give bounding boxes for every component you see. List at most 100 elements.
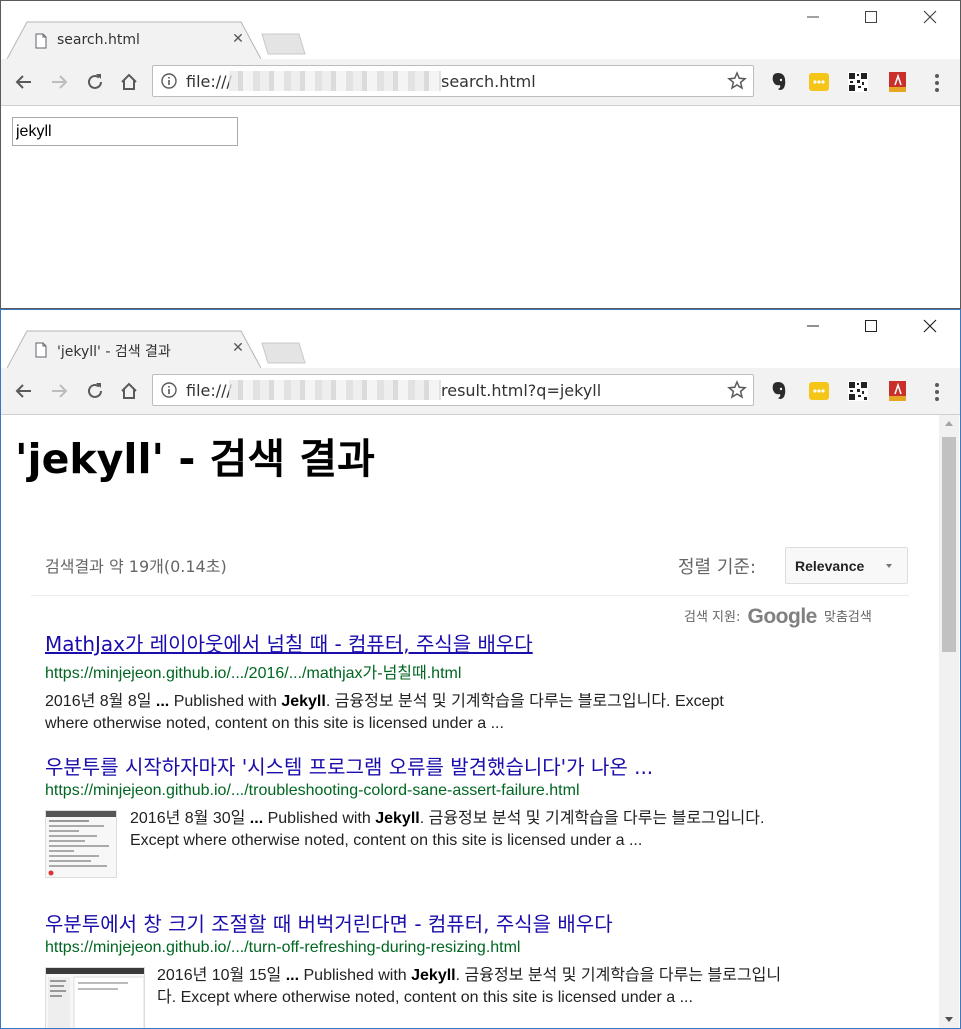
toolbar: file:/// result.html?q=jekyll xyxy=(1,368,960,415)
thumbnail-image xyxy=(46,811,116,876)
result-stats: 검색결과 약 19개(0.14초) xyxy=(45,557,227,576)
result-body: 2016년 8월 30일 ... Published with Jekyll. … xyxy=(45,808,905,880)
snippet-line2: 다. Except where otherwise noted, content… xyxy=(157,989,693,1006)
powered-prefix: 검색 지원: xyxy=(684,610,741,625)
divider xyxy=(31,595,909,596)
snippet-ellipsis: ... xyxy=(155,693,170,710)
scrollbar-thumb[interactable] xyxy=(942,437,956,652)
tab-strip: 'jekyll' - 검색 결과 ✕ xyxy=(1,330,960,368)
result-thumbnail[interactable] xyxy=(45,810,117,878)
tab-title: 'jekyll' - 검색 결과 xyxy=(57,344,171,360)
browser-window-results: 'jekyll' - 검색 결과 ✕ file:/// result.html?… xyxy=(0,309,961,1029)
forward-button[interactable] xyxy=(45,68,73,96)
reload-button[interactable] xyxy=(81,377,109,405)
snippet-bold: Jekyll xyxy=(375,810,420,827)
snippet-line1: . 금융정보 분석 및 기계학습을 다루는 블로그입니다. xyxy=(419,810,765,827)
tab-title: search.html xyxy=(57,32,140,48)
reload-icon xyxy=(88,74,102,89)
snippet-pre: Published with xyxy=(303,967,407,984)
result-title-link[interactable]: MathJax가 레이아웃에서 넘칠 때 - 컴퓨터, 주식을 배우다 xyxy=(45,628,905,657)
page-icon xyxy=(35,33,47,49)
qr-icon[interactable] xyxy=(847,380,869,402)
menu-icon[interactable] xyxy=(927,72,947,94)
snippet-pre: Published with xyxy=(173,693,277,710)
reload-icon xyxy=(88,383,102,398)
close-icon[interactable]: ✕ xyxy=(229,339,247,357)
result-url: https://minjejeon.github.io/.../turn-off… xyxy=(45,939,521,956)
snippet-line2: where otherwise noted, content on this s… xyxy=(45,715,504,732)
tab-results[interactable]: 'jekyll' - 검색 결과 ✕ xyxy=(7,330,261,368)
snippet-ellipsis: ... xyxy=(249,810,264,827)
back-button[interactable] xyxy=(10,377,38,405)
chevron-down-icon xyxy=(886,564,892,568)
home-button[interactable] xyxy=(115,68,143,96)
result-url: https://minjejeon.github.io/.../troubles… xyxy=(45,782,580,799)
star-icon[interactable] xyxy=(727,380,747,400)
result-url: https://minjejeon.github.io/.../2016/...… xyxy=(45,665,462,682)
back-icon xyxy=(15,384,31,398)
evernote-icon[interactable] xyxy=(768,71,790,93)
scroll-up-icon[interactable] xyxy=(945,421,953,426)
tab-strip: search.html ✕ xyxy=(1,21,960,59)
sort-value: Relevance xyxy=(795,558,865,574)
google-logo[interactable]: Google xyxy=(748,605,818,628)
home-icon xyxy=(121,73,137,90)
title-bar: 'jekyll' - 검색 결과 ✕ xyxy=(1,310,960,368)
new-tab-button[interactable] xyxy=(259,342,307,364)
pdf-icon[interactable] xyxy=(887,380,909,402)
url-path: search.html xyxy=(441,72,536,91)
evernote-icon[interactable] xyxy=(768,380,790,402)
vertical-scrollbar[interactable] xyxy=(939,415,959,1028)
qr-icon[interactable] xyxy=(847,71,869,93)
thumbnail-image xyxy=(46,968,144,1028)
back-icon xyxy=(15,75,31,89)
result-snippet: 2016년 10월 15일 ... Published with Jekyll.… xyxy=(157,965,917,1009)
snippet-bold: Jekyll xyxy=(281,693,326,710)
result-body: 2016년 10월 15일 ... Published with Jekyll.… xyxy=(45,965,905,1028)
sort-dropdown[interactable]: Relevance xyxy=(785,547,908,584)
ext-yellow-icon[interactable] xyxy=(808,380,830,402)
result-title-link[interactable]: 우분투에서 창 크기 조절할 때 버벅거린다면 - 컴퓨터, 주식을 배우다 xyxy=(45,908,905,937)
result-snippet: 2016년 8월 8일 ... Published with Jekyll. 금… xyxy=(45,691,905,735)
browser-window-search: search.html ✕ file:/// search.html xyxy=(0,0,961,309)
result-snippet: 2016년 8월 30일 ... Published with Jekyll. … xyxy=(130,808,910,852)
pdf-icon[interactable] xyxy=(887,71,909,93)
search-result: MathJax가 레이아웃에서 넘칠 때 - 컴퓨터, 주식을 배우다 http… xyxy=(45,628,905,735)
snippet-pre: Published with xyxy=(267,810,371,827)
home-button[interactable] xyxy=(115,377,143,405)
menu-icon[interactable] xyxy=(927,381,947,403)
powered-suffix: 맞춤검색 xyxy=(823,610,872,625)
snippet-line1: . 금융정보 분석 및 기계학습을 다루는 블로그입니다. Except xyxy=(325,693,724,710)
tab-search[interactable]: search.html ✕ xyxy=(7,21,261,59)
result-date: 2016년 8월 8일 xyxy=(45,693,152,710)
result-title-link[interactable]: 우분투를 시작하자마자 '시스템 프로그램 오류를 발견했습니다'가 나온 ..… xyxy=(45,751,905,780)
search-input[interactable] xyxy=(12,117,238,146)
powered-by: 검색 지원: Google 맞춤검색 xyxy=(684,603,872,628)
address-bar[interactable]: file:/// search.html xyxy=(152,65,754,97)
url-path: result.html?q=jekyll xyxy=(441,381,602,400)
forward-icon xyxy=(52,384,68,398)
new-tab-button[interactable] xyxy=(259,33,307,55)
address-bar[interactable]: file:/// result.html?q=jekyll xyxy=(152,374,754,406)
info-icon[interactable] xyxy=(161,73,177,89)
close-icon[interactable]: ✕ xyxy=(229,30,247,48)
toolbar: file:/// search.html xyxy=(1,59,960,106)
url-redacted xyxy=(229,380,441,400)
results-page: 'jekyll' - 검색 결과 검색결과 약 19개(0.14초) 정렬 기준… xyxy=(1,415,939,1028)
url-scheme: file:/// xyxy=(186,381,232,400)
reload-button[interactable] xyxy=(81,68,109,96)
title-bar: search.html ✕ xyxy=(1,1,960,59)
result-date: 2016년 8월 30일 xyxy=(130,810,246,827)
search-result: 우분투에서 창 크기 조절할 때 버벅거린다면 - 컴퓨터, 주식을 배우다 h… xyxy=(45,908,905,1028)
forward-button[interactable] xyxy=(45,377,73,405)
star-icon[interactable] xyxy=(727,71,747,91)
back-button[interactable] xyxy=(10,68,38,96)
result-thumbnail[interactable] xyxy=(45,967,145,1028)
url-scheme: file:/// xyxy=(186,72,232,91)
home-icon xyxy=(121,382,137,399)
result-date: 2016년 10월 15일 xyxy=(157,967,282,984)
page-icon xyxy=(35,342,47,358)
ext-yellow-icon[interactable] xyxy=(808,71,830,93)
scroll-down-icon[interactable] xyxy=(945,1017,953,1022)
info-icon[interactable] xyxy=(161,382,177,398)
